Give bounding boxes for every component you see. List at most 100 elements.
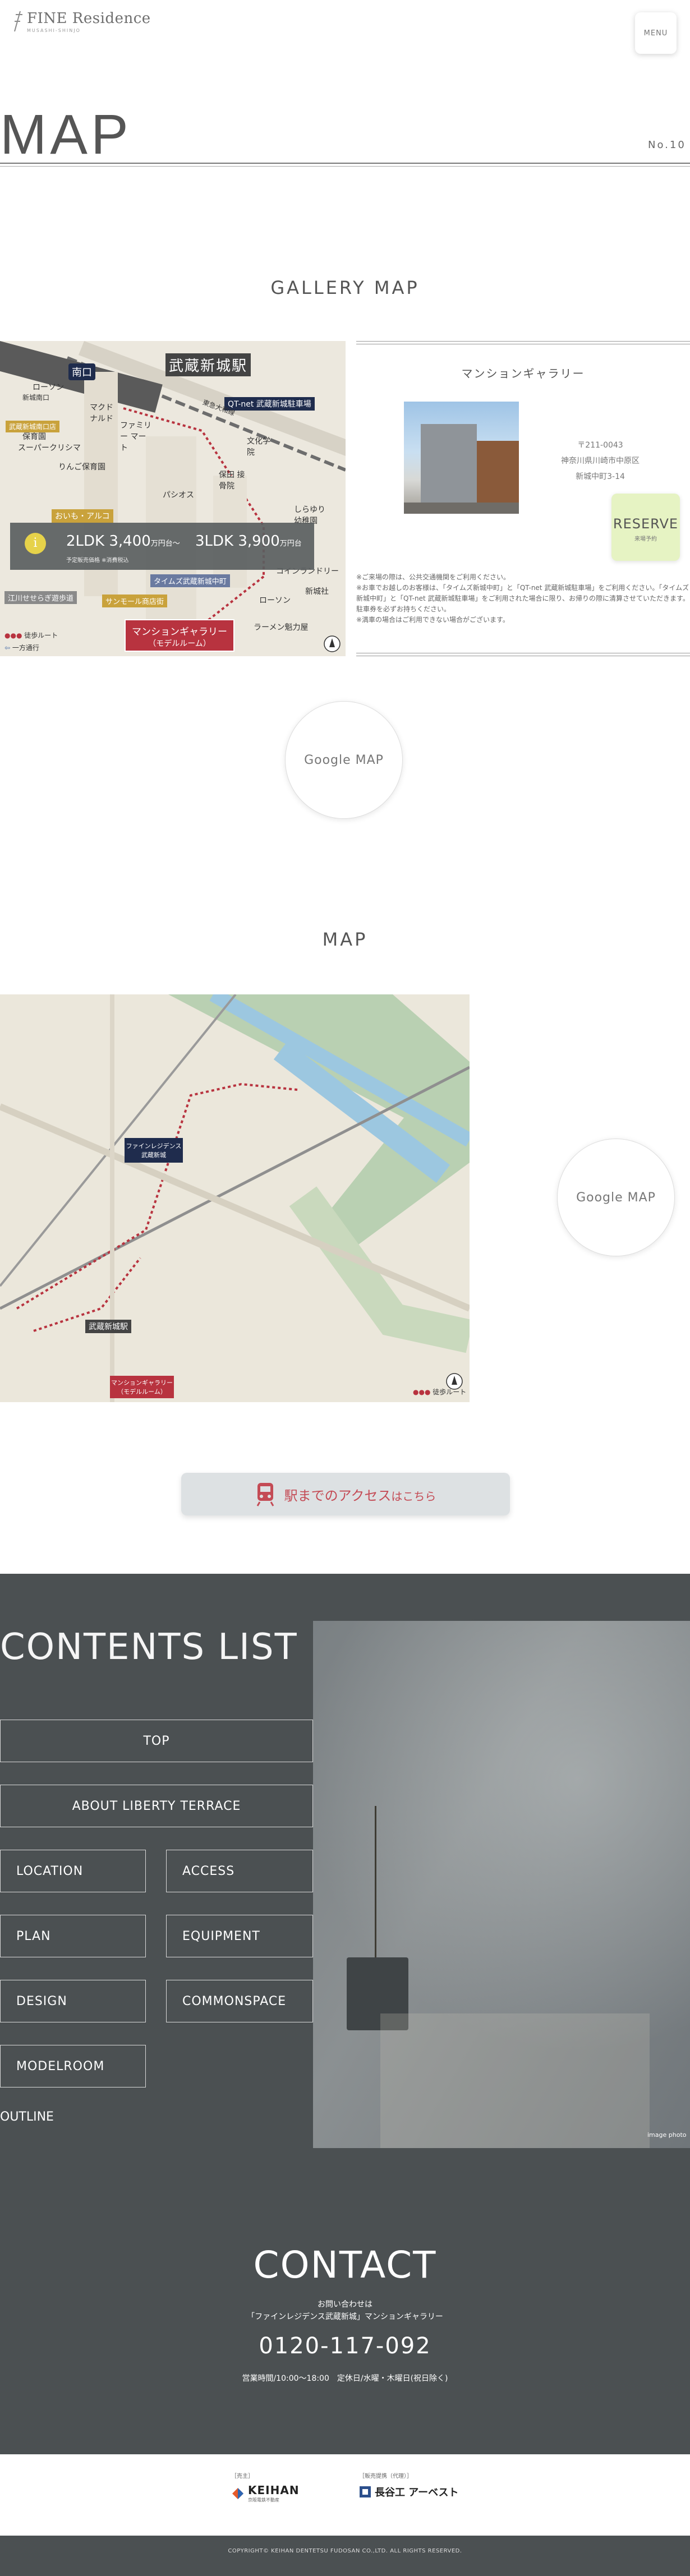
site-location-tag: ファインレジデンス 武蔵新城 [125, 1138, 183, 1163]
map-label: ファミリー マート [120, 421, 151, 453]
nav-location[interactable]: LOCATION [0, 1850, 146, 1892]
map-label: りんご保育園 [58, 463, 105, 472]
copyright-bar [0, 2536, 690, 2576]
google-map-button[interactable]: Google MAP [285, 701, 403, 819]
photo-caption: image photo [647, 2131, 687, 2139]
contact-phone[interactable]: 0120-117-092 [0, 2333, 690, 2359]
map-label: ローソン [259, 596, 291, 605]
gallery-map-heading: GALLERY MAP [270, 277, 420, 298]
nav-top[interactable]: TOP [0, 1720, 313, 1762]
access-button-suffix: はこちら [391, 1489, 436, 1503]
price-3ldk-value: 3LDK 3,900 [195, 533, 280, 550]
seller-sub: 京阪電鉄不動産 [248, 2497, 279, 2503]
contact-sub2: 「ファインレジデンス武蔵新城」マンションギャラリー [247, 2312, 443, 2321]
access-button-label: 駅までのアクセス [284, 1487, 392, 1504]
gallery-info-card: マンションギャラリー 〒211-0043 神奈川県川崎市中原区 新城中町3-14… [356, 341, 690, 656]
nav-plan[interactable]: PLAN [0, 1915, 146, 1957]
map-station-label: 武蔵新城駅 [85, 1320, 131, 1333]
legend-oneway: ⇦ 一方通行 [4, 643, 39, 652]
map-label: おいも・アルコ [52, 509, 113, 523]
station-label: 武蔵新城駅 [165, 353, 251, 376]
site-tag-line1: ファインレジデンス [126, 1142, 182, 1150]
station-access-button[interactable]: 駅までのアクセスはこちら [181, 1473, 510, 1515]
gallery-access-map: 武蔵新城駅 南口 ローソン 新城南口 マクド ナルド ファミリー マート QT-… [0, 341, 346, 656]
photo-furniture [380, 2013, 650, 2148]
nav-about[interactable]: ABOUT LIBERTY TERRACE [0, 1785, 313, 1827]
map-heading: MAP [322, 929, 368, 950]
map-gallery-tag-line2: （モデルルーム） [117, 1388, 167, 1395]
parking-qtnet-label: QT-net 武蔵新城駐車場 [224, 397, 315, 411]
map-gallery-tag: マンションギャラリー （モデルルーム） [110, 1376, 174, 1398]
walk-route-icon: ●●● [4, 632, 22, 639]
seller-name: KEIHAN [248, 2483, 300, 2497]
google-map-button-2[interactable]: Google MAP [557, 1139, 675, 1256]
nav-equipment[interactable]: EQUIPMENT [166, 1915, 313, 1957]
contact-hours: 営業時間/10:00〜18:00 定休日/水曜・木曜日(祝日除く) [242, 2374, 448, 2383]
agent-logo[interactable]: 長谷工 アーベスト [359, 2485, 459, 2499]
map-label: スーパークリシマ [18, 444, 81, 453]
building-ground [404, 503, 519, 514]
page-number: No.10 [648, 139, 686, 151]
photo-plant-stem [375, 1806, 376, 1957]
sponsor-strip: ［売主］ KEIHAN 京阪電鉄不動産 ［販売提携（代理）］ 長谷工 アーベスト [0, 2454, 690, 2536]
address-line1: 神奈川県川崎市中原区 [561, 457, 640, 466]
parking-times-label: タイムズ武蔵新城中町 [150, 574, 230, 587]
keihan-mark-icon [232, 2487, 243, 2499]
map-legend-walk-label: 徒歩ルート [433, 1388, 467, 1396]
map-label: パシオス [163, 491, 194, 500]
map-label: ラーメン魁力屋 [254, 623, 309, 632]
image-photo-panel: image photo [313, 1621, 690, 2148]
haseko-mark-icon [360, 2486, 371, 2497]
train-icon [256, 1483, 274, 1506]
nav-design[interactable]: DESIGN [0, 1980, 146, 2022]
gallery-tag-line2: （モデルルーム） [148, 639, 211, 648]
logo-text: FINE Residence [27, 10, 151, 27]
nav-modelroom[interactable]: MODELROOM [0, 2045, 146, 2087]
nav-commonspace[interactable]: COMMONSPACE [166, 1980, 313, 2022]
price-3ldk: 3LDK 3,900万円台 [195, 533, 302, 550]
copyright-text: COPYRIGHT© KEIHAN DENTETSU FUDOSAN CO.,L… [228, 2548, 462, 2554]
logo-mark-icon [12, 9, 24, 34]
title-divider-thin [0, 166, 690, 167]
agent-name: 長谷工 アーベスト [375, 2487, 459, 2499]
area-map-drawing [0, 994, 470, 1402]
price-2ldk-value: 2LDK 3,400 [66, 533, 151, 550]
price-2ldk-unit: 万円台〜 [150, 540, 180, 548]
map-label: 保田 接骨院 [219, 471, 245, 491]
reserve-sub: 来場予約 [634, 536, 657, 542]
legend-walk-label: 徒歩ルート [24, 632, 58, 639]
price-3ldk-unit: 万円台 [279, 540, 302, 548]
map-label: マクド ナルド [90, 403, 113, 423]
gallery-address: 〒211-0043 神奈川県川崎市中原区 新城中町3-14 [530, 437, 670, 485]
map-label: 新城社 [305, 587, 329, 596]
title-divider [0, 163, 690, 164]
nav-outline[interactable]: OUTLINE [0, 2110, 54, 2124]
price-2ldk: 2LDK 3,400万円台〜 [66, 533, 180, 550]
map-label: 新城南口 [22, 394, 50, 402]
seller-logo[interactable]: KEIHAN 京阪電鉄不動産 [231, 2483, 300, 2503]
logo-subtext: MUSASHI-SHINJO [27, 27, 81, 33]
map-label: 文化学 院 [247, 437, 270, 457]
legend-walk: ●●● 徒歩ルート [4, 630, 58, 640]
menu-button[interactable]: MENU [635, 12, 677, 54]
oneway-arrow-icon: ⇦ [4, 644, 11, 652]
address-postal: 〒211-0043 [577, 441, 623, 450]
gallery-location-tag: マンションギャラリー （モデルルーム） [125, 619, 234, 652]
map-label: 江川せせらぎ遊歩道 [4, 591, 77, 604]
map-gallery-tag-line1: マンションギャラリー [111, 1379, 173, 1386]
gallery-tag-line1: マンションギャラリー [132, 626, 227, 638]
address-line2: 新城中町3-14 [576, 472, 625, 481]
map-legend-walk: ●●● 徒歩ルート [413, 1387, 466, 1397]
price-note: 予定販売価格 ※消費税込 [66, 557, 129, 564]
page-title: MAP [0, 103, 132, 166]
nav-access[interactable]: ACCESS [166, 1850, 313, 1892]
legend-oneway-label: 一方通行 [12, 644, 39, 652]
area-map: ファインレジデンス 武蔵新城 武蔵新城駅 マンションギャラリー （モデルルーム）… [0, 994, 470, 1402]
contact-title: CONTACT [253, 2243, 437, 2287]
reserve-button[interactable]: RESERVE 来場予約 [611, 494, 680, 561]
gallery-card-title: マンションギャラリー [461, 367, 585, 380]
site-logo[interactable]: FINE Residence MUSASHI-SHINJO [12, 9, 151, 34]
gallery-building-photo [404, 402, 519, 514]
map-label: ローソン [33, 383, 64, 392]
contact-sub1: お問い合わせは [318, 2300, 372, 2309]
